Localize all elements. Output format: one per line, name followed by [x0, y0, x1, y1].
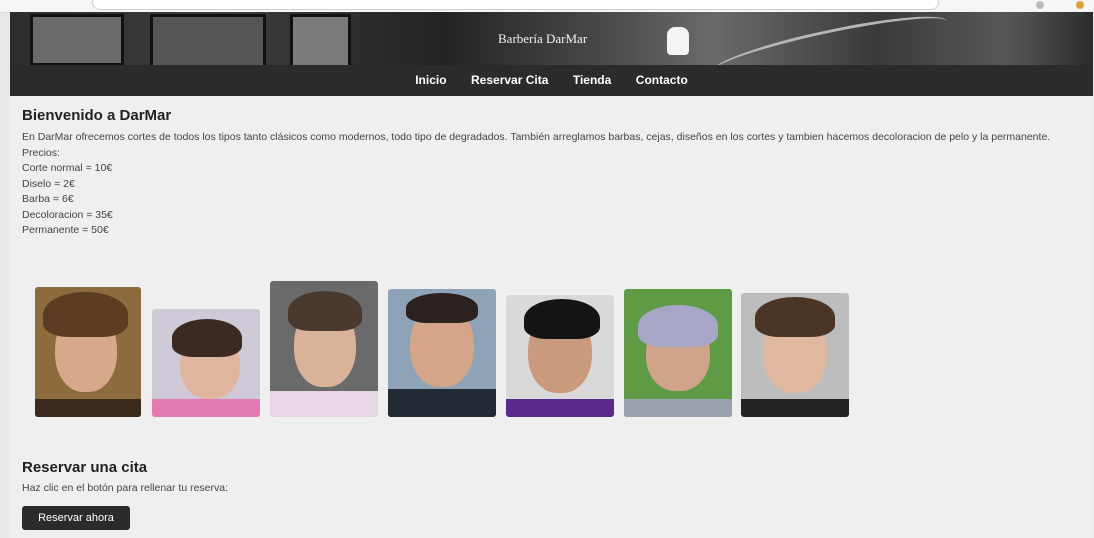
- nav-link-tienda[interactable]: Tienda: [573, 65, 611, 96]
- nav-link-inicio[interactable]: Inicio: [415, 65, 446, 96]
- welcome-section: Bienvenido a DarMar En DarMar ofrecemos …: [22, 107, 1072, 239]
- lamp-icon: [667, 27, 689, 55]
- nav-link-contacto[interactable]: Contacto: [636, 65, 688, 96]
- main-navigation: Inicio Reservar Cita Tienda Contacto: [10, 65, 1093, 96]
- haircut-photo-5: [506, 295, 614, 417]
- extension-icon[interactable]: [1076, 1, 1084, 9]
- haircut-photo-7: [741, 293, 849, 417]
- banner-picture-frame: [290, 14, 351, 65]
- haircut-photo-1: [35, 287, 141, 417]
- booking-title: Reservar una cita: [22, 459, 148, 476]
- price-item: Corte normal = 10€: [22, 162, 113, 174]
- banner-picture-frame: [150, 14, 266, 65]
- haircut-gallery: [24, 269, 864, 417]
- haircut-photo-6: [624, 289, 732, 417]
- price-item: Permanente = 50€: [22, 224, 109, 236]
- header-banner: Barbería DarMar: [10, 12, 1093, 65]
- haircut-photo-4: [388, 289, 496, 417]
- price-item: Diselo = 2€: [22, 177, 75, 190]
- haircut-photo-2: [152, 309, 260, 417]
- booking-section: Reservar una cita Haz clic en el botón p…: [22, 459, 822, 530]
- profile-icon[interactable]: [1036, 1, 1044, 9]
- banner-picture-frame: [30, 14, 124, 65]
- page-title: Bienvenido a DarMar: [22, 107, 172, 124]
- address-bar[interactable]: [92, 0, 939, 10]
- price-list-label: Precios:: [22, 146, 60, 159]
- reserve-now-button[interactable]: Reservar ahora: [22, 506, 130, 530]
- decorative-scroll: [709, 12, 951, 65]
- haircut-photo-3: [270, 281, 378, 417]
- nav-link-reservar-cita[interactable]: Reservar Cita: [471, 65, 548, 96]
- site-title: Barbería DarMar: [498, 31, 588, 46]
- booking-instructions: Haz clic en el botón para rellenar tu re…: [22, 482, 229, 494]
- intro-text: En DarMar ofrecemos cortes de todos los …: [22, 131, 1051, 143]
- price-list: Precios: Corte normal = 10€ Diselo = 2€ …: [22, 146, 1072, 239]
- price-item: Decoloracion = 35€: [22, 208, 113, 221]
- price-item: Barba = 6€: [22, 193, 74, 205]
